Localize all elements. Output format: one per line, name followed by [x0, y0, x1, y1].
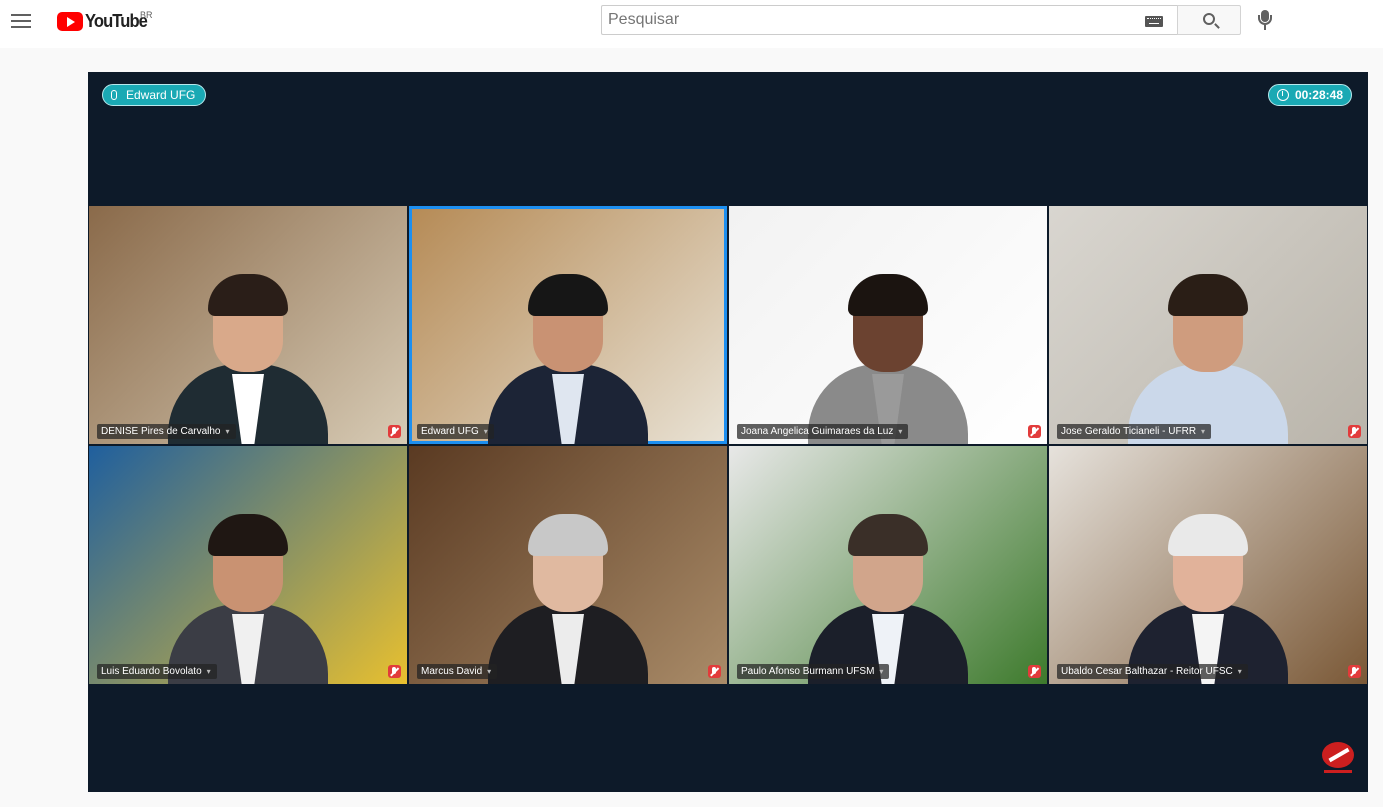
participant-video [788, 474, 988, 684]
chevron-down-icon[interactable]: ▾ [487, 664, 491, 679]
participant-video [788, 234, 988, 444]
participant-tile[interactable]: Jose Geraldo Ticianeli - UFRR ▾ [1049, 206, 1367, 444]
participant-name: Luis Eduardo Bovolato [101, 666, 202, 677]
participant-name: Jose Geraldo Ticianeli - UFRR [1061, 426, 1197, 437]
participant-video [148, 234, 348, 444]
broadcaster-logo-icon [1318, 740, 1356, 778]
call-timer: 00:28:48 [1267, 84, 1352, 106]
keyboard-icon[interactable] [1145, 16, 1163, 27]
menu-icon[interactable] [11, 13, 31, 29]
chevron-down-icon[interactable]: ▾ [879, 664, 883, 679]
search-input[interactable] [602, 6, 1122, 34]
muted-mic-icon [1348, 425, 1361, 438]
speaker-mic-icon [111, 90, 117, 100]
youtube-logo[interactable]: YouTube [57, 10, 152, 32]
participant-name: Paulo Afonso Burmann UFSM [741, 666, 875, 677]
search-button[interactable] [1177, 5, 1241, 35]
participant-tile[interactable]: Ubaldo Cesar Balthazar - Reitor UFSC ▾ [1049, 446, 1367, 684]
active-speaker-badge: Edward UFG [102, 84, 207, 106]
participant-name-tag: Marcus David ▾ [417, 664, 498, 679]
muted-mic-icon [708, 665, 721, 678]
search-icon [1203, 13, 1215, 25]
participant-tile[interactable]: Paulo Afonso Burmann UFSM ▾ [729, 446, 1047, 684]
participant-name: Joana Angelica Guimaraes da Luz [741, 426, 894, 437]
participant-name-tag: Edward UFG ▾ [417, 424, 494, 439]
participant-tile[interactable]: Edward UFG ▾ [409, 206, 727, 444]
call-timer-value: 00:28:48 [1294, 88, 1343, 102]
muted-mic-icon [388, 665, 401, 678]
logo-text: YouTube [85, 10, 148, 31]
muted-mic-icon [1028, 425, 1041, 438]
chevron-down-icon[interactable]: ▾ [484, 424, 488, 439]
search-box[interactable] [601, 5, 1177, 35]
participant-tile[interactable]: Luis Eduardo Bovolato ▾ [89, 446, 407, 684]
participant-name: Marcus David [421, 666, 483, 677]
participant-name: Ubaldo Cesar Balthazar - Reitor UFSC [1061, 666, 1233, 677]
participant-video [1108, 234, 1308, 444]
participant-name: Edward UFG [421, 426, 479, 437]
participant-tile[interactable]: DENISE Pires de Carvalho ▾ [89, 206, 407, 444]
chevron-down-icon[interactable]: ▾ [226, 424, 230, 439]
chevron-down-icon[interactable]: ▾ [898, 424, 902, 439]
participant-name-tag: Jose Geraldo Ticianeli - UFRR ▾ [1057, 424, 1212, 439]
participant-video [1108, 474, 1308, 684]
video-player[interactable]: Edward UFG 00:28:48 DENISE Pires de Carv… [88, 72, 1368, 792]
youtube-play-icon [57, 11, 83, 31]
muted-mic-icon [1028, 665, 1041, 678]
participant-tile[interactable]: Joana Angelica Guimaraes da Luz ▾ [729, 206, 1047, 444]
participant-name-tag: Luis Eduardo Bovolato ▾ [97, 664, 217, 679]
participant-video [468, 474, 668, 684]
active-speaker-name: Edward UFG [126, 88, 196, 102]
participant-name-tag: Ubaldo Cesar Balthazar - Reitor UFSC ▾ [1057, 664, 1248, 679]
muted-mic-icon [388, 425, 401, 438]
clock-icon [1276, 89, 1289, 101]
chevron-down-icon[interactable]: ▾ [1201, 424, 1205, 439]
masthead: YouTube BR [0, 0, 1383, 48]
participant-video [468, 234, 668, 444]
participant-name-tag: Joana Angelica Guimaraes da Luz ▾ [737, 424, 909, 439]
mic-icon[interactable] [1258, 10, 1272, 30]
region-code: BR [140, 10, 153, 20]
participant-name-tag: DENISE Pires de Carvalho ▾ [97, 424, 236, 439]
participant-video [148, 474, 348, 684]
chevron-down-icon[interactable]: ▾ [1238, 664, 1242, 679]
participant-grid: DENISE Pires de Carvalho ▾ Edward UFG ▾ Joan… [88, 206, 1368, 686]
chevron-down-icon[interactable]: ▾ [207, 664, 211, 679]
participant-tile[interactable]: Marcus David ▾ [409, 446, 727, 684]
muted-mic-icon [1348, 665, 1361, 678]
participant-name: DENISE Pires de Carvalho [101, 426, 221, 437]
participant-name-tag: Paulo Afonso Burmann UFSM ▾ [737, 664, 890, 679]
